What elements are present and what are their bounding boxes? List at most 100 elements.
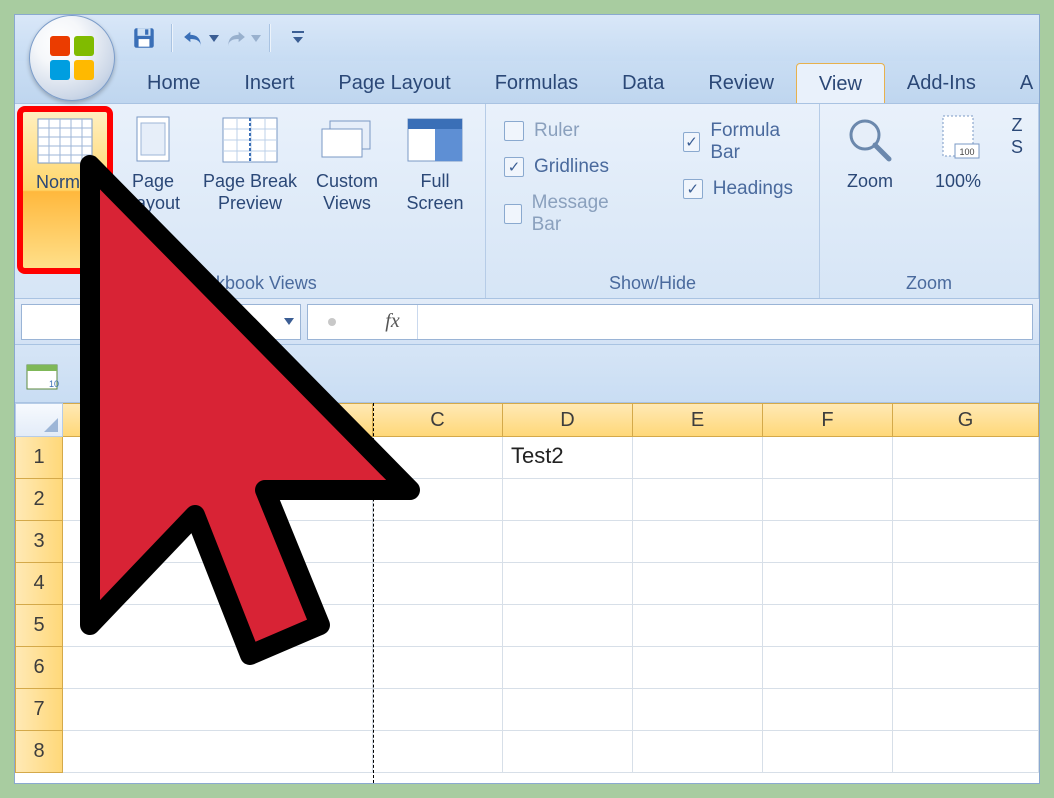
headings-checkbox[interactable]: ✓Headings: [683, 178, 801, 200]
select-all-corner[interactable]: [15, 403, 63, 437]
insert-function-button[interactable]: fx: [308, 305, 418, 339]
column-header-d[interactable]: D: [503, 403, 633, 437]
cell[interactable]: [893, 563, 1039, 605]
office-button[interactable]: [29, 15, 115, 101]
cell[interactable]: [373, 437, 503, 479]
column-header[interactable]: [63, 403, 373, 437]
normal-view-button[interactable]: Normal: [21, 110, 109, 270]
row-header-7[interactable]: 7: [15, 689, 63, 731]
cell[interactable]: [763, 479, 893, 521]
cell[interactable]: [373, 605, 503, 647]
tab-addins[interactable]: Add-Ins: [885, 63, 998, 103]
tab-home[interactable]: Home: [125, 63, 222, 103]
cell[interactable]: [63, 647, 373, 689]
checkbox-icon: ✓: [683, 132, 701, 152]
cell[interactable]: [893, 437, 1039, 479]
cell[interactable]: [503, 647, 633, 689]
name-box[interactable]: [21, 304, 301, 340]
zoom-icon: [841, 114, 899, 166]
tab-review[interactable]: Review: [686, 63, 796, 103]
cell[interactable]: [763, 521, 893, 563]
redo-button[interactable]: [223, 21, 261, 55]
freeze-pane-line: [373, 403, 374, 783]
dot-icon: [325, 315, 339, 329]
cell[interactable]: [633, 479, 763, 521]
cell[interactable]: [893, 647, 1039, 689]
undo-button[interactable]: [181, 21, 219, 55]
cell[interactable]: [63, 731, 373, 773]
column-header-g[interactable]: G: [893, 403, 1039, 437]
cell[interactable]: [63, 689, 373, 731]
row-header-2[interactable]: 2: [15, 479, 63, 521]
cell[interactable]: [893, 605, 1039, 647]
cell[interactable]: [63, 437, 373, 479]
save-button[interactable]: [125, 21, 163, 55]
full-screen-label: Full Screen: [406, 170, 463, 214]
formula-bar-label: Formula Bar: [710, 120, 801, 164]
zoom-100-button[interactable]: 100 100%: [914, 110, 1002, 270]
row-header-3[interactable]: 3: [15, 521, 63, 563]
tab-formulas[interactable]: Formulas: [473, 63, 600, 103]
row-header-4[interactable]: 4: [15, 563, 63, 605]
cell[interactable]: [893, 689, 1039, 731]
cell[interactable]: [373, 479, 503, 521]
cell[interactable]: [373, 689, 503, 731]
message-bar-checkbox[interactable]: Message Bar: [504, 192, 629, 236]
zoom-selection-button[interactable]: Z S: [1002, 110, 1032, 270]
tab-more[interactable]: A: [998, 63, 1037, 103]
cell[interactable]: [633, 521, 763, 563]
cell[interactable]: [633, 647, 763, 689]
row-header-1[interactable]: 1: [15, 437, 63, 479]
gridlines-checkbox[interactable]: ✓Gridlines: [504, 156, 629, 178]
row-header-6[interactable]: 6: [15, 647, 63, 689]
cell[interactable]: [503, 731, 633, 773]
cell[interactable]: [633, 689, 763, 731]
cell[interactable]: [373, 563, 503, 605]
cell[interactable]: [633, 437, 763, 479]
cell[interactable]: [763, 689, 893, 731]
cell[interactable]: [633, 605, 763, 647]
page-layout-view-button[interactable]: Page Layout: [109, 110, 197, 270]
cell[interactable]: [763, 647, 893, 689]
cell[interactable]: [503, 563, 633, 605]
cell[interactable]: [63, 521, 373, 563]
column-header-f[interactable]: F: [763, 403, 893, 437]
cell[interactable]: [763, 437, 893, 479]
page-break-preview-button[interactable]: Page Break Preview: [197, 110, 303, 270]
cell[interactable]: [503, 605, 633, 647]
workbook-icon[interactable]: 10: [25, 361, 59, 391]
cell[interactable]: [633, 731, 763, 773]
row-header-8[interactable]: 8: [15, 731, 63, 773]
cell[interactable]: [373, 647, 503, 689]
qat-customize-button[interactable]: [279, 21, 317, 55]
column-header-e[interactable]: E: [633, 403, 763, 437]
cell[interactable]: [763, 605, 893, 647]
row-header-5[interactable]: 5: [15, 605, 63, 647]
formula-input[interactable]: [418, 305, 1032, 339]
cell[interactable]: [373, 731, 503, 773]
custom-views-button[interactable]: Custom Views: [303, 110, 391, 270]
tab-insert[interactable]: Insert: [222, 63, 316, 103]
cell[interactable]: [633, 563, 763, 605]
full-screen-button[interactable]: Full Screen: [391, 110, 479, 270]
cell[interactable]: [63, 479, 373, 521]
cell[interactable]: [763, 731, 893, 773]
cell[interactable]: [503, 689, 633, 731]
cell[interactable]: [763, 563, 893, 605]
cell[interactable]: [893, 521, 1039, 563]
tab-view[interactable]: View: [796, 63, 885, 104]
cell[interactable]: [63, 605, 373, 647]
column-header-c[interactable]: C: [373, 403, 503, 437]
ruler-checkbox[interactable]: Ruler: [504, 120, 629, 142]
cell[interactable]: [503, 479, 633, 521]
zoom-button[interactable]: Zoom: [826, 110, 914, 270]
tab-page-layout[interactable]: Page Layout: [316, 63, 472, 103]
tab-data[interactable]: Data: [600, 63, 686, 103]
cell[interactable]: [373, 521, 503, 563]
cell[interactable]: [63, 563, 373, 605]
cell[interactable]: [893, 731, 1039, 773]
cell-d1[interactable]: Test2: [503, 437, 633, 479]
cell[interactable]: [503, 521, 633, 563]
formula-bar-checkbox[interactable]: ✓ Formula Bar: [683, 120, 801, 164]
cell[interactable]: [893, 479, 1039, 521]
